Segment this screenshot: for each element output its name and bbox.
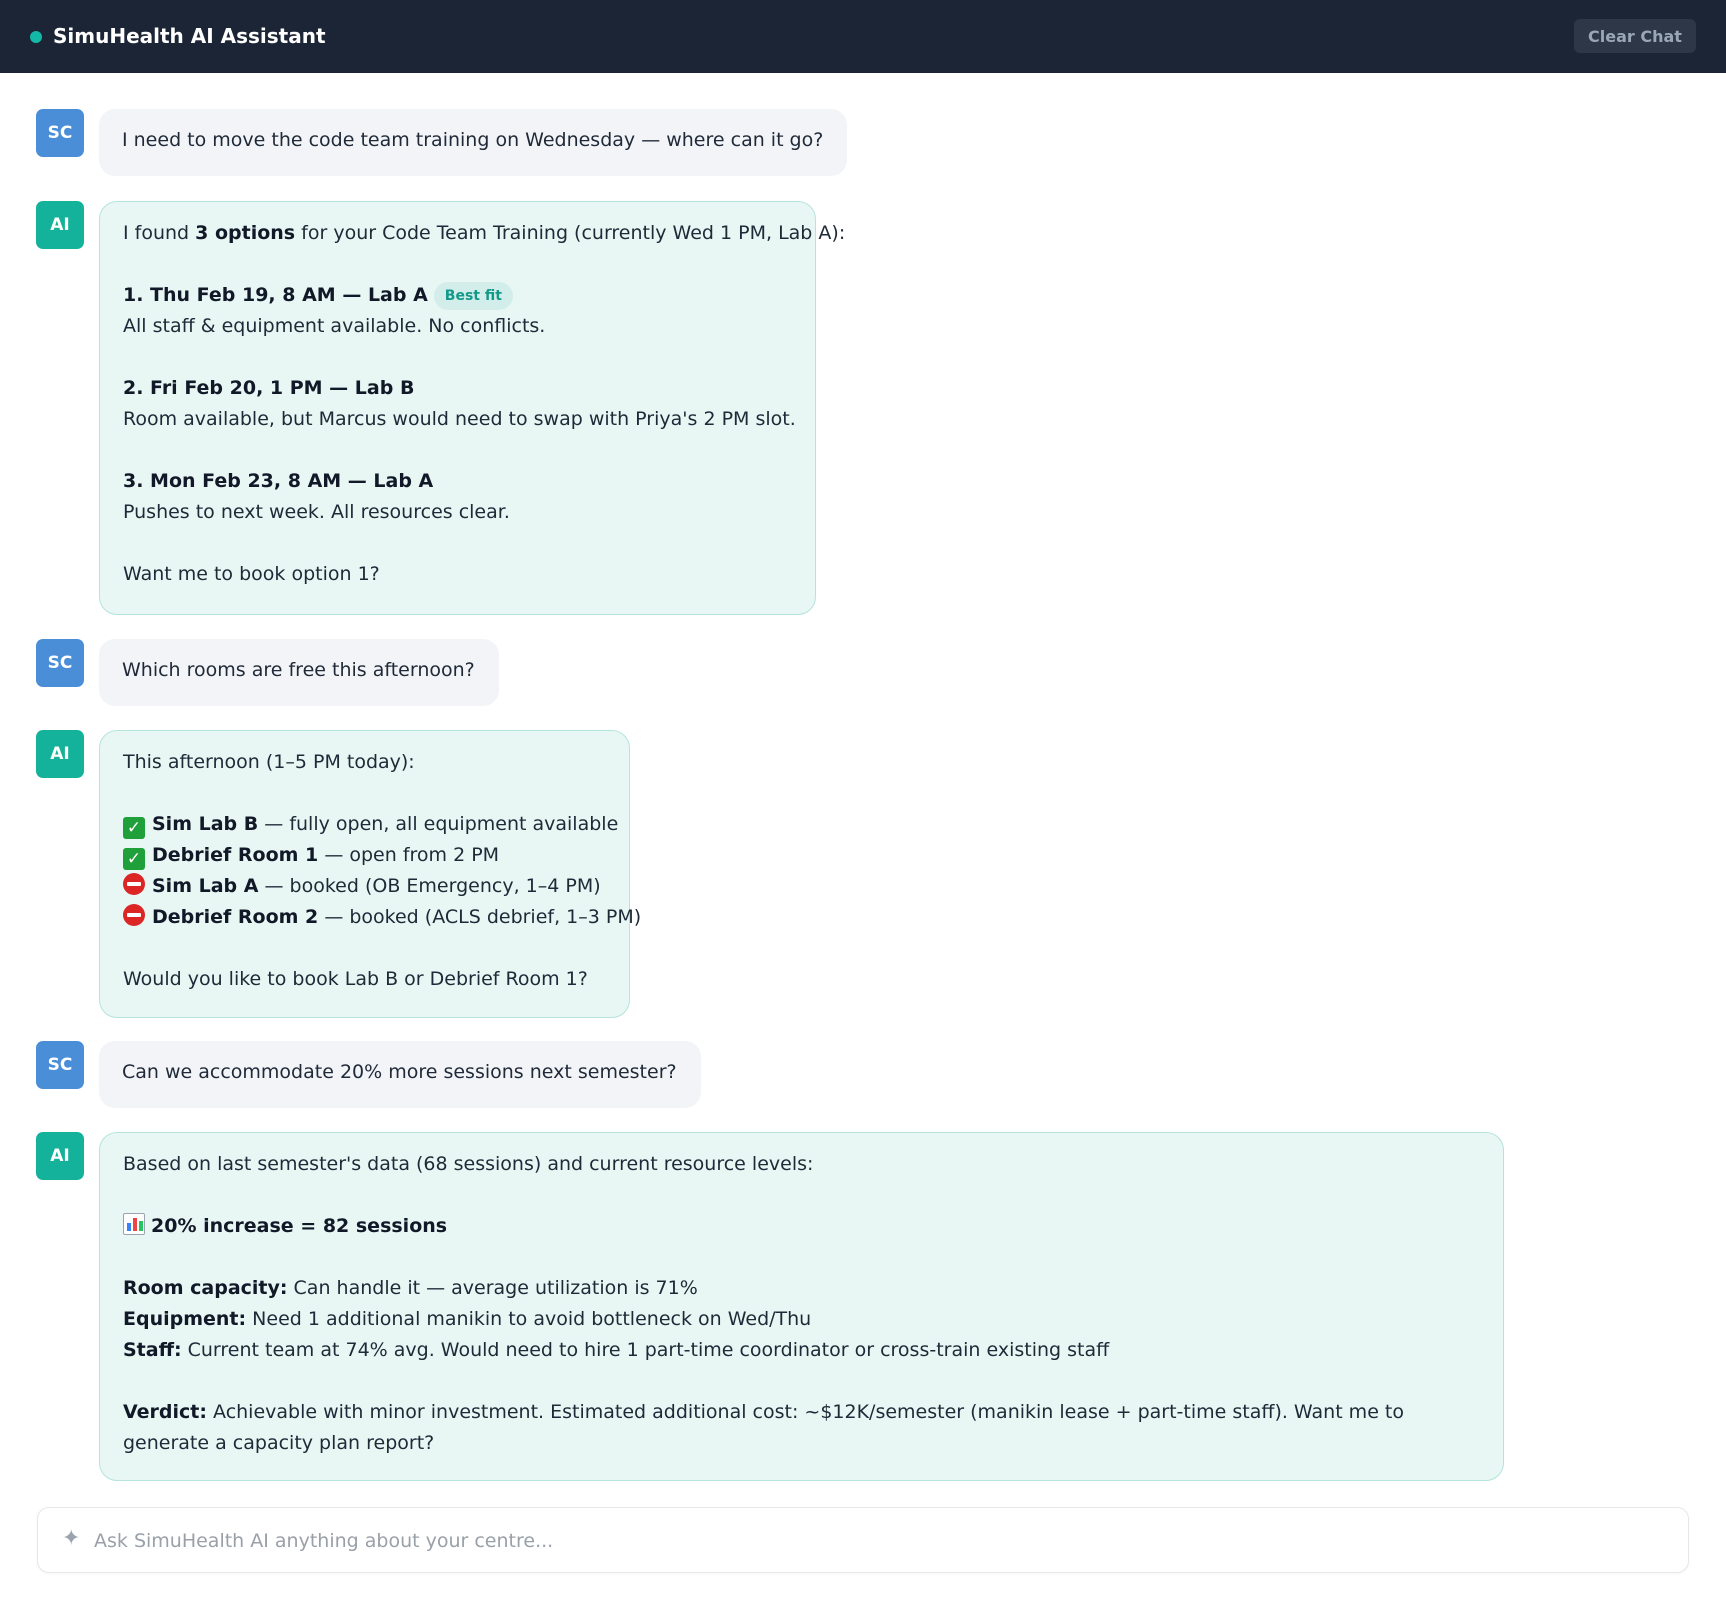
option-detail: Room available, but Marcus would need to… (123, 408, 796, 430)
message-intro: Based on last semester's data (68 sessio… (123, 1153, 814, 1175)
chat-input-container: ✦ (37, 1507, 1689, 1573)
user-message-bubble: Can we accommodate 20% more sessions nex… (99, 1041, 701, 1108)
capacity-headline: 20% increase = 82 sessions (123, 1211, 1481, 1242)
message-text: I need to move the code team training on… (122, 129, 824, 151)
capacity-item: Room capacity: Can handle it — average u… (123, 1277, 698, 1299)
user-message-bubble: Which rooms are free this afternoon? (99, 639, 499, 706)
room-status-item: Sim Lab A — booked (OB Emergency, 1–4 PM… (123, 871, 607, 902)
room-status-item: ✓ Sim Lab B — fully open, all equipment a… (123, 809, 618, 840)
message-intro: This afternoon (1–5 PM today): (123, 751, 415, 773)
message-text: Can we accommodate 20% more sessions nex… (122, 1061, 677, 1083)
ai-message-bubble: Based on last semester's data (68 sessio… (99, 1132, 1504, 1481)
ai-avatar: AI (36, 201, 84, 249)
message-intro: I found 3 options for your Code Team Tra… (123, 222, 846, 244)
room-status-item: ✓ Debrief Room 1 — open from 2 PM (123, 840, 607, 871)
option-detail: Pushes to next week. All resources clear… (123, 501, 510, 523)
no-entry-icon (123, 873, 145, 895)
best-fit-badge: Best fit (433, 282, 513, 310)
ai-avatar: AI (36, 1132, 84, 1180)
capacity-item: Equipment: Need 1 additional manikin to … (123, 1308, 812, 1330)
chat-input[interactable] (94, 1520, 1664, 1562)
check-mark-icon: ✓ (123, 817, 145, 839)
clear-chat-button[interactable]: Clear Chat (1574, 19, 1696, 53)
check-mark-icon: ✓ (123, 848, 145, 870)
message-text: Which rooms are free this afternoon? (122, 659, 475, 681)
user-message-bubble: I need to move the code team training on… (99, 109, 848, 176)
option-title: 1. Thu Feb 19, 8 AM — Lab A Best fit (123, 280, 793, 311)
room-status-item: Debrief Room 2 — booked (ACLS debrief, 1… (123, 902, 641, 933)
message-closing: Would you like to book Lab B or Debrief … (123, 968, 588, 990)
user-avatar: SC (36, 1041, 84, 1089)
no-entry-icon (123, 904, 145, 926)
sparkle-icon: ✦ (62, 1526, 81, 1551)
bar-chart-icon (123, 1213, 145, 1235)
ai-message-bubble: This afternoon (1–5 PM today): ✓ Sim Lab … (99, 730, 641, 1018)
user-avatar: SC (36, 639, 84, 687)
option-detail: All staff & equipment available. No conf… (123, 315, 546, 337)
ai-avatar: AI (36, 730, 84, 778)
online-status-dot (30, 31, 42, 43)
ai-message-bubble: I found 3 options for your Code Team Tra… (99, 201, 846, 615)
verdict-text: Verdict: Achievable with minor investmen… (123, 1401, 1404, 1454)
option-title: 2. Fri Feb 20, 1 PM — Lab B (123, 377, 415, 399)
capacity-item: Staff: Current team at 74% avg. Would ne… (123, 1339, 1110, 1361)
app-title: SimuHealth AI Assistant (53, 24, 326, 48)
message-closing: Want me to book option 1? (123, 563, 380, 585)
user-avatar: SC (36, 109, 84, 157)
option-title: 3. Mon Feb 23, 8 AM — Lab A (123, 470, 434, 492)
app-header: SimuHealth AI Assistant Clear Chat (0, 0, 1726, 73)
